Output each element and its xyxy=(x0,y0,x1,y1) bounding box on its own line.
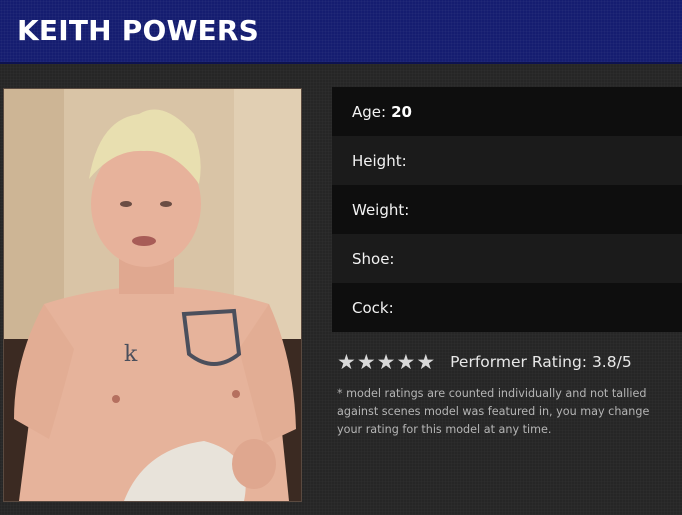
model-name-title: KEITH POWERS xyxy=(17,14,259,47)
svg-text:k: k xyxy=(124,342,138,367)
star-icon[interactable]: ★ xyxy=(377,350,396,374)
stat-row-height: Height: xyxy=(332,136,682,185)
page-header: KEITH POWERS xyxy=(0,0,682,64)
model-stats-table: Age: 20 Height: Weight: Shoe: Cock: xyxy=(332,87,682,332)
stat-row-age: Age: 20 xyxy=(332,87,682,136)
cock-label: Cock: xyxy=(352,298,394,317)
rating-disclaimer: * model ratings are counted individually… xyxy=(337,387,650,436)
performer-rating: ★ ★ ★ ★ ★ Performer Rating: 3.8/5 xyxy=(337,350,682,374)
stat-row-weight: Weight: xyxy=(332,185,682,234)
star-icon[interactable]: ★ xyxy=(416,350,435,374)
shoe-label: Shoe: xyxy=(352,249,395,268)
height-label: Height: xyxy=(352,151,407,170)
model-photo: k xyxy=(3,88,302,502)
rating-text: Performer Rating: 3.8/5 xyxy=(450,353,632,371)
age-value: 20 xyxy=(391,102,412,121)
rating-stars[interactable]: ★ ★ ★ ★ ★ xyxy=(337,350,435,374)
stat-row-shoe: Shoe: xyxy=(332,234,682,283)
stat-row-cock: Cock: xyxy=(332,283,682,332)
age-label: Age: xyxy=(352,102,387,121)
star-icon[interactable]: ★ xyxy=(396,350,415,374)
star-icon[interactable]: ★ xyxy=(357,350,376,374)
star-icon[interactable]: ★ xyxy=(337,350,356,374)
weight-label: Weight: xyxy=(352,200,410,219)
model-photo-image: k xyxy=(4,89,301,501)
